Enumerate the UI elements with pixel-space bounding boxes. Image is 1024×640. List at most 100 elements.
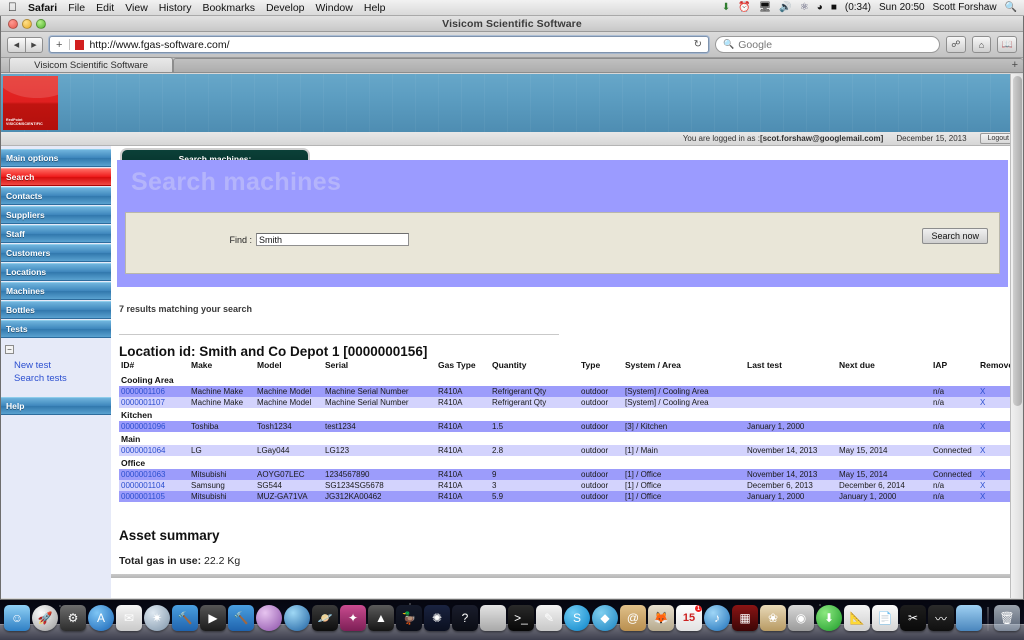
dock-icon-activity-monitor[interactable]: 〰 — [928, 605, 954, 631]
machine-id-link[interactable]: 0000001096 — [119, 421, 189, 432]
dock-icon-address-book[interactable]: @ — [620, 605, 646, 631]
dock-icon-xcode-beta[interactable]: 🔨 — [228, 605, 254, 631]
dock-icon-blender[interactable]: ▲ — [368, 605, 394, 631]
search-input[interactable]: 🔍 Google — [715, 36, 940, 53]
spotlight-search-icon[interactable]: 🔍 — [1005, 2, 1017, 13]
sidebar-item-tests[interactable]: Tests — [1, 320, 111, 338]
find-input[interactable] — [256, 233, 409, 246]
dock-icon-iphoto[interactable]: ❀ — [760, 605, 786, 631]
sidebar-item-machines[interactable]: Machines — [1, 282, 111, 300]
table-row[interactable]: 0000001106 Machine Make Machine Model Machi… — [119, 386, 1017, 397]
dock-icon-disk-utility[interactable]: ◉ — [788, 605, 814, 631]
dock-icon-unknown-app[interactable]: ? — [452, 605, 478, 631]
home-button[interactable]: ⌂ — [971, 36, 992, 53]
dock-icon-sketch-tools[interactable]: 📐 — [844, 605, 870, 631]
table-row[interactable]: 0000001105 Mitsubishi MUZ-GA71VA JG312KA004… — [119, 491, 1017, 502]
machine-id-link[interactable]: 0000001063 — [119, 469, 189, 480]
dock-icon-calculator[interactable] — [480, 605, 506, 631]
dock-icon-quicktime[interactable]: ▶ — [200, 605, 226, 631]
reading-list-button[interactable]: 📖 — [997, 36, 1018, 53]
menu-edit[interactable]: Edit — [96, 2, 114, 14]
sidebar-item-contacts[interactable]: Contacts — [1, 187, 111, 205]
sidebar-link-new-test[interactable]: New test — [5, 359, 111, 372]
table-row[interactable]: 0000001107 Machine Make Machine Model Machi… — [119, 397, 1017, 408]
dock-icon-skype[interactable]: S — [564, 605, 590, 631]
add-bookmark-icon[interactable]: + — [54, 39, 64, 51]
dock-icon-system-preferences[interactable]: ⚙ — [60, 605, 86, 631]
time-machine-icon[interactable]: ⏰ — [738, 2, 750, 13]
sidebar-link-search-tests[interactable]: Search tests — [5, 372, 111, 385]
dock-icon-xcode[interactable]: 🔨 — [172, 605, 198, 631]
dock-icon-finder[interactable]: ☺ — [4, 605, 30, 631]
dock-icon-gimp[interactable]: 🦊 — [648, 605, 674, 631]
volume-icon[interactable]: 🔊 — [779, 2, 791, 13]
dock-icon-text-editor[interactable]: ✎ — [536, 605, 562, 631]
dock-icon-mail[interactable]: ✉ — [116, 605, 142, 631]
sidebar-item-locations[interactable]: Locations — [1, 263, 111, 281]
menu-safari[interactable]: Safari — [28, 2, 57, 14]
dock-icon-app-store[interactable]: A — [88, 605, 114, 631]
sidebar-item-help[interactable]: Help — [1, 397, 111, 415]
display-icon[interactable]: 🖥 — [759, 2, 772, 13]
dock-icon-documents[interactable]: 📄 — [872, 605, 898, 631]
dock-icon-trash[interactable]: 🗑 — [994, 605, 1020, 631]
forward-button[interactable]: ▶ — [25, 36, 43, 53]
dock-icon-firefox[interactable] — [284, 605, 310, 631]
table-row[interactable]: 0000001104 Samsung SG544 SG1234SG5678 R410A 3… — [119, 480, 1017, 491]
user-name[interactable]: Scott Forshaw — [933, 2, 997, 13]
dock-icon-calendar[interactable]: 15 1 — [676, 605, 702, 631]
redpoint-logo[interactable]: RedPoint VISICOMSCIENTIFIC — [3, 76, 58, 130]
scrollbar-thumb[interactable] — [1013, 76, 1022, 406]
share-button[interactable]: ☍ — [946, 36, 966, 53]
dock-icon-sphere-app[interactable] — [256, 605, 282, 631]
table-row[interactable]: 0000001064 LG LGay044 LG123 R410A 2.8 outdoor[… — [119, 445, 1017, 456]
download-icon[interactable]: ⬇ — [722, 2, 730, 13]
back-button[interactable]: ◀ — [7, 36, 25, 53]
dock-icon-photos-red[interactable]: ▦ — [732, 605, 758, 631]
menu-file[interactable]: File — [68, 2, 85, 14]
window-titlebar[interactable]: Visicom Scientific Software — [1, 16, 1023, 32]
search-now-button[interactable]: Search now — [922, 228, 988, 244]
dock-icon-launchpad[interactable]: 🚀 — [32, 605, 58, 631]
dock-icon-wolfram[interactable]: ✺ — [424, 605, 450, 631]
dock-icon-installer[interactable]: ⬇ — [816, 605, 842, 631]
dock-icon-dropbox[interactable]: ◆ — [592, 605, 618, 631]
machine-id-link[interactable]: 0000001104 — [119, 480, 189, 491]
tab-visicom[interactable]: Visicom Scientific Software — [9, 57, 174, 72]
reload-icon[interactable]: ↻ — [694, 39, 704, 50]
machine-id-link[interactable]: 0000001064 — [119, 445, 189, 456]
sidebar-item-customers[interactable]: Customers — [1, 244, 111, 262]
dock-icon-terminal[interactable]: >_ — [508, 605, 534, 631]
machine-id-link[interactable]: 0000001106 — [119, 386, 189, 397]
sidebar-item-suppliers[interactable]: Suppliers — [1, 206, 111, 224]
menu-help[interactable]: Help — [364, 2, 386, 14]
table-row[interactable]: 0000001063 Mitsubishi AOYG07LEC 1234567890 R… — [119, 469, 1017, 480]
battery-icon[interactable]: ■ — [831, 2, 837, 13]
dock-icon-safari[interactable]: ✷ — [144, 605, 170, 631]
sidebar-item-search[interactable]: Search — [1, 168, 111, 186]
collapse-icon[interactable]: − — [5, 345, 14, 354]
sidebar-item-main-options[interactable]: Main options — [1, 149, 111, 167]
menu-develop[interactable]: Develop — [266, 2, 305, 14]
page-scrollbar[interactable] — [1010, 74, 1023, 598]
menu-history[interactable]: History — [159, 2, 192, 14]
dock-icon-inkscape[interactable]: ✂ — [900, 605, 926, 631]
sidebar-item-staff[interactable]: Staff — [1, 225, 111, 243]
dock-icon-downloads-stack[interactable] — [956, 605, 982, 631]
apple-logo-icon[interactable]:  — [8, 1, 17, 13]
machine-id-link[interactable]: 0000001105 — [119, 491, 189, 502]
dock-icon-comet-app[interactable]: ✦ — [340, 605, 366, 631]
new-tab-icon[interactable]: + — [1012, 59, 1018, 71]
machine-id-link[interactable]: 0000001107 — [119, 397, 189, 408]
dock-icon-itunes[interactable]: ♪ — [704, 605, 730, 631]
menu-bookmarks[interactable]: Bookmarks — [202, 2, 255, 14]
menu-window[interactable]: Window — [316, 2, 353, 14]
table-row[interactable]: 0000001096 Toshiba Tosh1234 test1234 R410A 1.… — [119, 421, 1017, 432]
wifi-icon[interactable]: ◕ — [817, 2, 823, 13]
bluetooth-icon[interactable]: ⚛ — [800, 2, 809, 13]
address-bar[interactable]: + http://www.fgas-software.com/ ↻ — [49, 36, 709, 53]
dock-icon-rubber-duck[interactable]: 🦆 — [396, 605, 422, 631]
dock-icon-saturn-app[interactable]: 🪐 — [312, 605, 338, 631]
sidebar-item-bottles[interactable]: Bottles — [1, 301, 111, 319]
menu-view[interactable]: View — [125, 2, 148, 14]
